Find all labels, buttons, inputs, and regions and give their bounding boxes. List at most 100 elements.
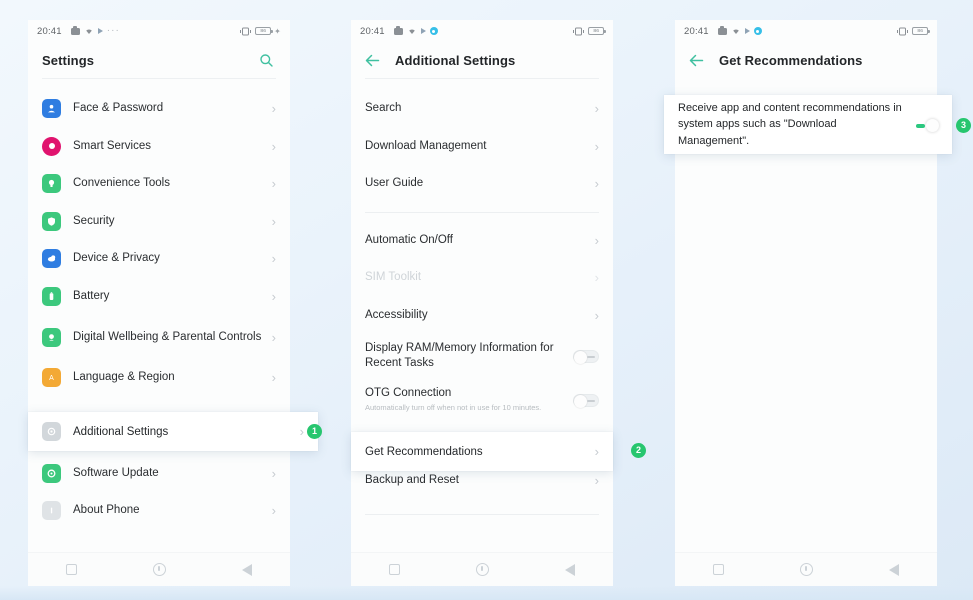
chevron-right-icon: › — [594, 307, 599, 323]
more-dots-icon: ··· — [106, 25, 120, 36]
square-recents-icon[interactable] — [66, 564, 77, 575]
person-icon — [42, 99, 61, 119]
recommendations-description: Receive app and content recommendations … — [678, 101, 902, 147]
circle-home-icon[interactable] — [476, 563, 489, 576]
app-bar-divider — [42, 78, 276, 79]
chevron-right-icon: › — [271, 329, 276, 345]
recommendations-toggle[interactable] — [912, 118, 939, 132]
step-badge-3: 3 — [956, 118, 971, 133]
list-item-display-ram[interactable]: Display RAM/Memory Information for Recen… — [351, 334, 613, 378]
list-item-label: Digital Wellbeing & Parental Controls — [73, 330, 262, 343]
highlight-card-additional-settings[interactable]: Additional Settings › — [28, 412, 318, 451]
phone2-screen: 20:41 86 Additional Settings Search › Do… — [351, 20, 613, 586]
battery-level: 86 — [917, 28, 923, 34]
list-item-label: Search — [365, 102, 402, 115]
app-bar-additional-settings: Additional Settings — [351, 42, 613, 79]
battery-icon: 86 — [912, 26, 930, 36]
phone-screenshot-1: 20:41 ··· 86 ✦ Settings Face & Password … — [28, 20, 290, 586]
sidebar-item-smart-services[interactable]: Smart Services › — [28, 128, 290, 166]
app-bar-settings: Settings — [28, 42, 290, 79]
refresh-icon — [42, 463, 61, 483]
wifi-icon — [407, 27, 417, 35]
play-icon — [97, 28, 103, 34]
list-item-download-management[interactable]: Download Management › — [351, 128, 613, 166]
chevron-right-icon: › — [594, 176, 599, 192]
sidebar-item-software-update[interactable]: Software Update › — [28, 455, 290, 493]
list-item-otg-connection[interactable]: OTG Connection Automatically turn off wh… — [351, 378, 613, 422]
sidebar-item-language-region[interactable]: A Language & Region › — [28, 359, 290, 397]
list-item-label: Backup and Reset — [365, 474, 459, 487]
camera-icon — [70, 26, 80, 35]
back-arrow-icon[interactable] — [687, 51, 705, 69]
list-top-spacer — [351, 78, 613, 90]
list-item-accessibility[interactable]: Accessibility › — [351, 297, 613, 335]
list-item-label: Automatic On/Off — [365, 233, 453, 246]
chevron-right-icon: › — [594, 270, 599, 286]
battery-app-icon — [42, 286, 61, 306]
list-item-label: Display RAM/Memory Information for Recen… — [365, 342, 554, 369]
square-recents-icon[interactable] — [713, 564, 724, 575]
list-item-label: About Phone — [73, 504, 140, 517]
circle-home-icon[interactable] — [800, 563, 813, 576]
sidebar-item-battery[interactable]: Battery › — [28, 278, 290, 316]
camera-icon — [393, 26, 403, 35]
chevron-right-icon: › — [271, 176, 276, 192]
letter-icon: A — [42, 368, 61, 388]
display-ram-toggle[interactable] — [573, 349, 599, 364]
dot-icon — [42, 136, 61, 156]
sidebar-item-convenience-tools[interactable]: Convenience Tools › — [28, 165, 290, 203]
camera-icon — [717, 26, 727, 35]
phone-screenshot-2: 20:41 86 Additional Settings Search › Do… — [351, 20, 613, 586]
triangle-back-icon[interactable] — [556, 563, 575, 576]
triangle-back-icon[interactable] — [880, 563, 899, 576]
gear-icon — [42, 422, 61, 441]
sidebar-item-security[interactable]: Security › — [28, 203, 290, 241]
list-item-label: Smart Services — [73, 139, 151, 152]
sidebar-item-digital-wellbeing[interactable]: Digital Wellbeing & Parental Controls › — [28, 315, 290, 359]
square-recents-icon[interactable] — [389, 564, 400, 575]
circle-home-icon[interactable] — [153, 563, 166, 576]
search-icon[interactable] — [256, 50, 276, 70]
back-arrow-icon[interactable] — [363, 51, 381, 69]
play-icon — [744, 28, 750, 34]
sidebar-item-about-phone[interactable]: About Phone › — [28, 492, 290, 530]
chevron-right-icon: › — [594, 473, 599, 489]
list-item-label: Face & Password — [73, 102, 164, 115]
chevron-right-icon: › — [271, 213, 276, 229]
highlight-card-recommendations-toggle[interactable]: Receive app and content recommendations … — [664, 95, 952, 154]
toggle-knob — [574, 350, 587, 364]
clock-icon — [42, 327, 61, 347]
status-bar: 20:41 ··· 86 ✦ — [28, 20, 290, 42]
status-bar: 20:41 86 — [351, 20, 613, 42]
otg-connection-toggle[interactable] — [573, 393, 599, 408]
phone1-screen: 20:41 ··· 86 ✦ Settings Face & Password … — [28, 20, 290, 586]
vibrate-icon — [572, 27, 585, 36]
toggle-bar — [587, 399, 595, 402]
highlight-card-get-recommendations[interactable]: Get Recommendations › — [351, 432, 613, 471]
list-item-label: Software Update — [73, 466, 159, 479]
status-bar-right: 86 — [572, 26, 606, 36]
list-item-user-guide[interactable]: User Guide › — [351, 165, 613, 203]
sidebar-item-device-privacy[interactable]: Device & Privacy › — [28, 240, 290, 278]
list-item-automatic-on-off[interactable]: Automatic On/Off › — [351, 222, 613, 260]
status-time: 20:41 — [37, 25, 62, 37]
settings-list: Face & Password › Smart Services › Conve… — [28, 90, 290, 530]
toggle-bar — [916, 124, 925, 128]
page-title: Additional Settings — [395, 52, 516, 68]
triangle-back-icon[interactable] — [233, 563, 252, 576]
status-bar-right: 86 — [896, 26, 930, 36]
wifi-icon — [731, 27, 741, 35]
svg-text:A: A — [49, 375, 54, 382]
battery-icon: 86 — [255, 26, 273, 36]
list-item-label: User Guide — [365, 177, 424, 190]
list-item-text: OTG Connection Automatically turn off wh… — [365, 386, 573, 413]
battery-level: 86 — [593, 28, 599, 34]
highlight-card-label: Additional Settings — [73, 425, 169, 438]
list-item-label: Convenience Tools — [73, 177, 170, 190]
page-title: Get Recommendations — [719, 52, 863, 68]
system-navigation-bar — [351, 552, 613, 586]
list-item-search[interactable]: Search › — [351, 90, 613, 128]
sidebar-item-face-password[interactable]: Face & Password › — [28, 90, 290, 128]
cloud-icon — [42, 249, 61, 269]
battery-level: 86 — [260, 28, 267, 34]
